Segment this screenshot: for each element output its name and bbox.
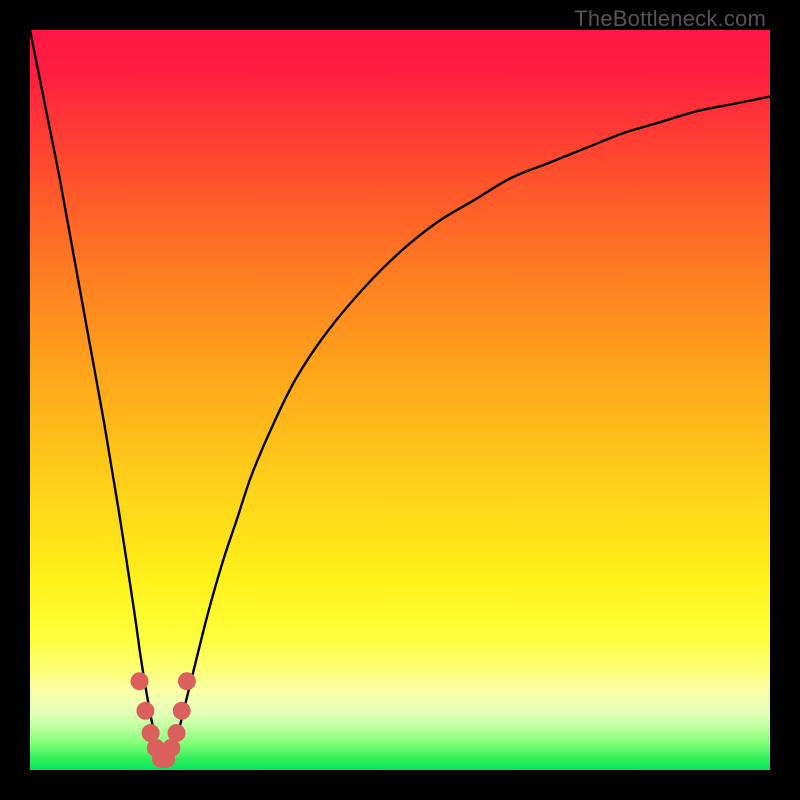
outer-frame: TheBottleneck.com xyxy=(0,0,800,800)
highlight-dot xyxy=(136,702,154,720)
curve-layer xyxy=(30,30,770,770)
watermark-text: TheBottleneck.com xyxy=(574,6,766,32)
highlight-dot xyxy=(131,672,149,690)
bottleneck-curve xyxy=(30,30,770,763)
highlight-dot xyxy=(173,702,191,720)
highlight-dot xyxy=(178,672,196,690)
plot-area xyxy=(30,30,770,770)
highlight-dot xyxy=(168,724,186,742)
highlight-dots xyxy=(131,672,196,768)
